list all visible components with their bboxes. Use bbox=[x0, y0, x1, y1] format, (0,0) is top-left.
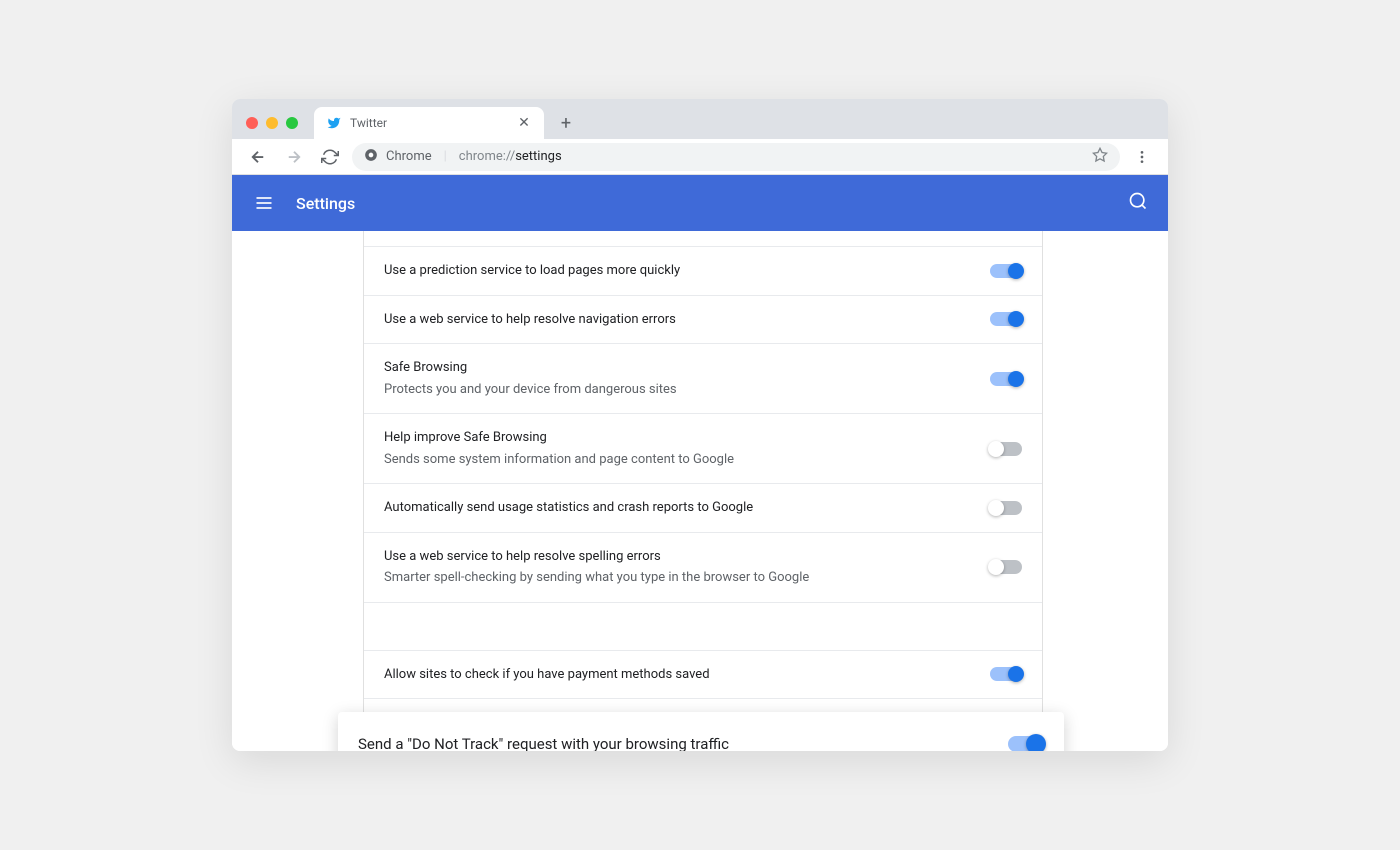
url-text: chrome://settings bbox=[459, 149, 562, 164]
setting-title: Safe Browsing bbox=[384, 358, 974, 378]
reload-button[interactable] bbox=[316, 143, 344, 171]
setting-title: Use a prediction service to load pages m… bbox=[384, 261, 974, 281]
setting-safe-browsing[interactable]: Safe Browsing Protects you and your devi… bbox=[364, 344, 1042, 414]
page-title: Settings bbox=[296, 194, 355, 213]
setting-title: Use a web service to help resolve naviga… bbox=[384, 310, 974, 330]
back-button[interactable] bbox=[244, 143, 272, 171]
setting-title: Help improve Safe Browsing bbox=[384, 428, 974, 448]
browser-menu-button[interactable] bbox=[1128, 143, 1156, 171]
setting-usage-stats[interactable]: Automatically send usage statistics and … bbox=[364, 484, 1042, 533]
twitter-icon bbox=[326, 115, 342, 131]
forward-button[interactable] bbox=[280, 143, 308, 171]
setting-improve-safe-browsing[interactable]: Help improve Safe Browsing Sends some sy… bbox=[364, 414, 1042, 484]
setting-title: Allow sites to check if you have payment… bbox=[384, 665, 974, 685]
new-tab-button[interactable]: + bbox=[552, 109, 580, 137]
settings-header: Settings bbox=[232, 175, 1168, 231]
setting-spelling[interactable]: Use a web service to help resolve spelli… bbox=[364, 533, 1042, 603]
bookmark-star-icon[interactable] bbox=[1092, 147, 1108, 167]
tab-title: Twitter bbox=[350, 116, 508, 130]
setting-subtitle: Protects you and your device from danger… bbox=[384, 380, 974, 400]
setting-title: Send a "Do Not Track" request with your … bbox=[358, 735, 992, 751]
toggle-improve-safe-browsing[interactable] bbox=[990, 442, 1022, 456]
setting-title: Automatically send usage statistics and … bbox=[384, 498, 974, 518]
setting-subtitle: Sends some system information and page c… bbox=[384, 450, 974, 470]
tab-strip: Twitter ✕ + bbox=[232, 99, 1168, 139]
search-icon[interactable] bbox=[1128, 191, 1148, 215]
close-window-button[interactable] bbox=[246, 117, 258, 129]
toggle-do-not-track[interactable] bbox=[1008, 736, 1044, 751]
setting-subtitle: Smarter spell-checking by sending what y… bbox=[384, 568, 974, 588]
address-bar[interactable]: Chrome | chrome://settings bbox=[352, 143, 1120, 171]
window-controls bbox=[246, 117, 308, 139]
toggle-usage-stats[interactable] bbox=[990, 501, 1022, 515]
minimize-window-button[interactable] bbox=[266, 117, 278, 129]
browser-window: Twitter ✕ + Chrome | chrome://settings bbox=[232, 99, 1168, 751]
settings-panel: Use a prediction service to load pages m… bbox=[363, 231, 1043, 751]
close-tab-button[interactable]: ✕ bbox=[516, 115, 532, 131]
chrome-icon bbox=[364, 148, 378, 166]
content-area: Use a prediction service to load pages m… bbox=[232, 231, 1168, 751]
setting-prediction-service[interactable]: Use a prediction service to load pages m… bbox=[364, 247, 1042, 296]
setting-payment-methods[interactable]: Allow sites to check if you have payment… bbox=[364, 651, 1042, 700]
browser-tab[interactable]: Twitter ✕ bbox=[314, 107, 544, 139]
url-path: settings bbox=[515, 149, 561, 164]
partial-row-top bbox=[364, 231, 1042, 247]
setting-spacer-dnt bbox=[364, 603, 1042, 651]
toggle-prediction[interactable] bbox=[990, 264, 1022, 278]
toggle-spelling[interactable] bbox=[990, 560, 1022, 574]
url-divider: | bbox=[444, 149, 447, 164]
maximize-window-button[interactable] bbox=[286, 117, 298, 129]
toggle-payment-methods[interactable] bbox=[990, 667, 1022, 681]
menu-icon[interactable] bbox=[252, 191, 276, 215]
sidebar-spacer bbox=[232, 231, 363, 751]
toggle-navigation-errors[interactable] bbox=[990, 312, 1022, 326]
setting-title: Use a web service to help resolve spelli… bbox=[384, 547, 974, 567]
browser-toolbar: Chrome | chrome://settings bbox=[232, 139, 1168, 175]
toggle-safe-browsing[interactable] bbox=[990, 372, 1022, 386]
setting-navigation-errors[interactable]: Use a web service to help resolve naviga… bbox=[364, 296, 1042, 345]
url-scheme: Chrome bbox=[386, 149, 432, 164]
url-host: chrome:// bbox=[459, 149, 515, 164]
setting-do-not-track-card[interactable]: Send a "Do Not Track" request with your … bbox=[338, 712, 1064, 751]
